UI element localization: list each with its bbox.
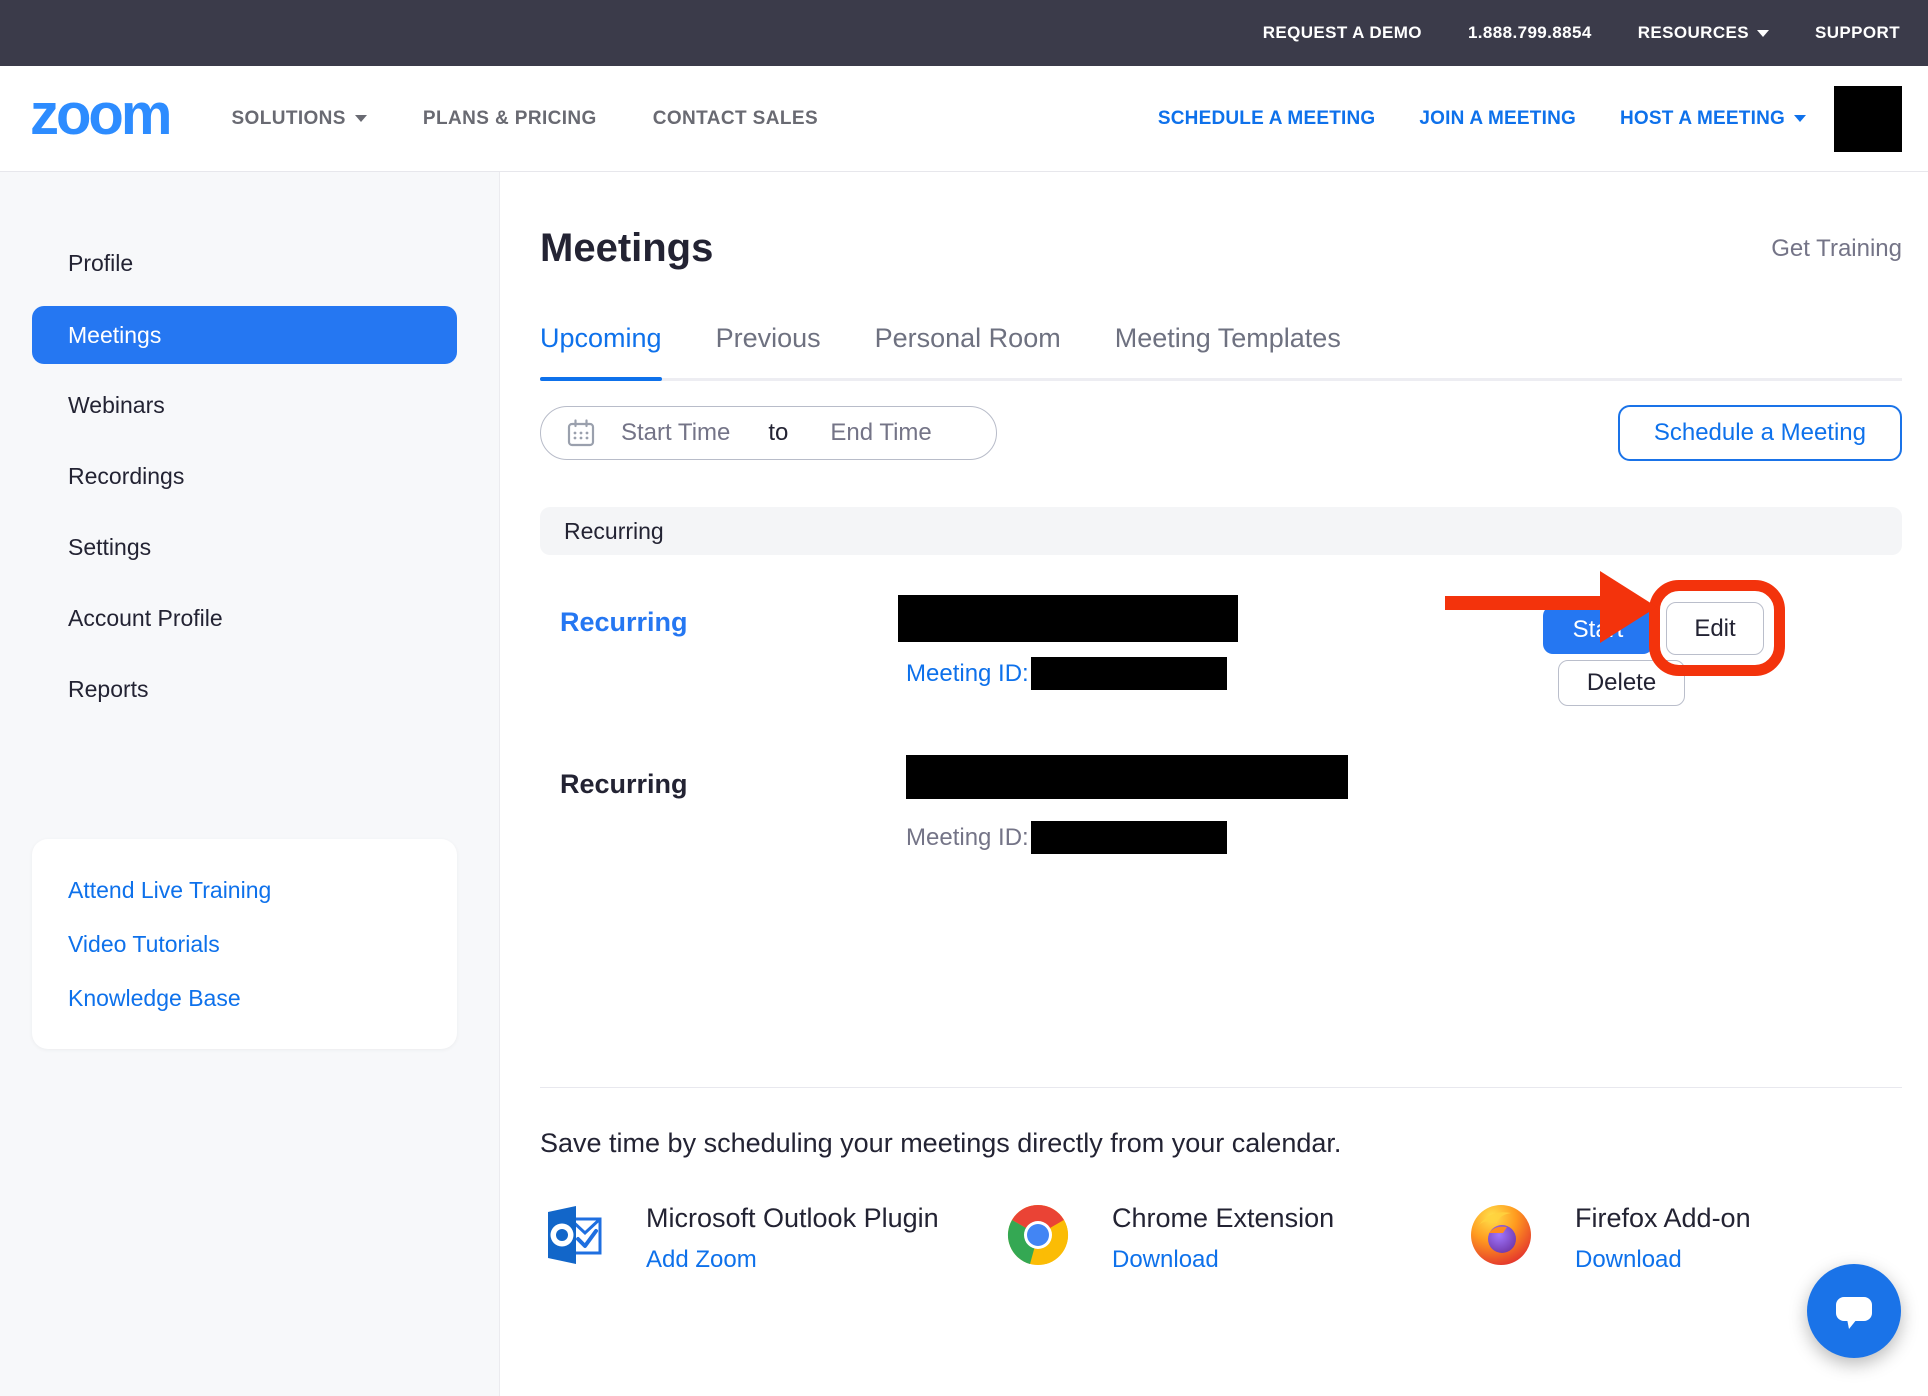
zoom-logo[interactable]: zoom [30,86,169,152]
main-header-row: Meetings Get Training [540,226,1902,271]
schedule-a-meeting-link[interactable]: SCHEDULE A MEETING [1158,108,1376,130]
chat-bubble-icon [1833,1291,1875,1331]
end-time-placeholder[interactable]: End Time [830,419,931,447]
date-range-to-label: to [768,419,788,447]
solutions-label: SOLUTIONS [231,108,345,130]
tab-previous[interactable]: Previous [716,323,821,378]
chevron-down-icon [355,115,367,122]
meeting-id-line: Meeting ID: [906,657,1227,690]
plugin-row: Microsoft Outlook Plugin Add Zoom Chrome… [540,1203,1902,1274]
sidebar-help-card: Attend Live Training Video Tutorials Kno… [32,839,457,1049]
sidebar-nav: Profile Meetings Webinars Recordings Set… [0,172,499,725]
plugin-text: Microsoft Outlook Plugin Add Zoom [646,1203,939,1274]
avatar[interactable] [1834,86,1902,152]
page-title: Meetings [540,226,713,271]
chrome-download-link[interactable]: Download [1112,1246,1334,1274]
request-demo-link[interactable]: REQUEST A DEMO [1263,23,1422,43]
outlook-plugin-block: Microsoft Outlook Plugin Add Zoom [540,1203,1006,1274]
nav-contact-sales[interactable]: CONTACT SALES [653,108,818,130]
plugin-name: Chrome Extension [1112,1203,1334,1234]
sidebar-item-settings[interactable]: Settings [0,512,499,583]
sidebar-item-recordings[interactable]: Recordings [0,441,499,512]
attend-live-training-link[interactable]: Attend Live Training [68,863,457,917]
date-range-picker[interactable]: Start Time to End Time [540,406,997,460]
sidebar-item-meetings[interactable]: Meetings [32,306,457,364]
join-a-meeting-link[interactable]: JOIN A MEETING [1419,108,1576,130]
delete-button[interactable]: Delete [1558,660,1685,706]
firefox-addon-block: Firefox Add-on Download [1469,1203,1751,1274]
sidebar-item-webinars[interactable]: Webinars [0,370,499,441]
resources-label: RESOURCES [1638,23,1749,43]
recurring-section-header: Recurring [540,507,1902,555]
host-a-meeting-menu[interactable]: HOST A MEETING [1620,108,1806,130]
knowledge-base-link[interactable]: Knowledge Base [68,971,457,1025]
outlook-icon [540,1203,604,1267]
redacted-meeting-id [1031,657,1227,690]
tab-upcoming[interactable]: Upcoming [540,323,662,378]
page-layout: Profile Meetings Webinars Recordings Set… [0,172,1928,1396]
phone-number[interactable]: 1.888.799.8854 [1468,23,1592,43]
nav-solutions[interactable]: SOLUTIONS [231,108,366,130]
sidebar-item-account-profile[interactable]: Account Profile [0,583,499,654]
resources-menu[interactable]: RESOURCES [1638,23,1769,43]
meeting-id-line: Meeting ID: [906,821,1227,854]
top-utility-bar: REQUEST A DEMO 1.888.799.8854 RESOURCES … [0,0,1928,66]
meeting-row: Recurring Meeting ID: [540,755,1902,865]
meeting-id-label: Meeting ID: [906,824,1029,852]
plugin-name: Microsoft Outlook Plugin [646,1203,939,1234]
filter-row: Start Time to End Time Schedule a Meetin… [540,405,1902,461]
plugin-name: Firefox Add-on [1575,1203,1751,1234]
sidebar: Profile Meetings Webinars Recordings Set… [0,172,500,1396]
support-link[interactable]: SUPPORT [1815,23,1900,43]
chevron-down-icon [1757,30,1769,37]
firefox-download-link[interactable]: Download [1575,1246,1751,1274]
edit-button[interactable]: Edit [1666,602,1764,655]
meeting-topic[interactable]: Recurring [560,769,688,800]
start-time-placeholder[interactable]: Start Time [621,419,730,447]
meeting-id-label: Meeting ID: [906,660,1029,688]
plugin-text: Chrome Extension Download [1112,1203,1334,1274]
chrome-icon [1006,1203,1070,1267]
tab-personal-room[interactable]: Personal Room [875,323,1061,378]
tab-meeting-templates[interactable]: Meeting Templates [1115,323,1341,378]
chat-widget-button[interactable] [1807,1264,1901,1358]
redacted-meeting-id [1031,821,1227,854]
meetings-tabs: Upcoming Previous Personal Room Meeting … [540,323,1902,381]
calendar-icon [565,417,597,449]
start-button[interactable]: Start [1543,606,1653,654]
get-training-link[interactable]: Get Training [1771,235,1902,263]
firefox-icon [1469,1203,1533,1267]
main-content: Meetings Get Training Upcoming Previous … [500,172,1928,1396]
section-divider [540,1087,1902,1088]
site-header: zoom SOLUTIONS PLANS & PRICING CONTACT S… [0,66,1928,172]
video-tutorials-link[interactable]: Video Tutorials [68,917,457,971]
main-nav: SOLUTIONS PLANS & PRICING CONTACT SALES [231,108,818,130]
host-a-meeting-label: HOST A MEETING [1620,108,1785,130]
chevron-down-icon [1794,115,1806,122]
nav-plans-pricing[interactable]: PLANS & PRICING [423,108,597,130]
chrome-extension-block: Chrome Extension Download [1006,1203,1469,1274]
meeting-row: Recurring Meeting ID: Start Edit Delete [540,595,1902,707]
redacted-meeting-title [898,595,1238,642]
calendar-promo-text: Save time by scheduling your meetings di… [540,1128,1902,1159]
add-zoom-link[interactable]: Add Zoom [646,1246,939,1274]
meeting-topic-link[interactable]: Recurring [560,607,688,638]
redacted-meeting-title [906,755,1348,799]
sidebar-item-reports[interactable]: Reports [0,654,499,725]
schedule-a-meeting-button[interactable]: Schedule a Meeting [1618,405,1902,461]
sidebar-item-profile[interactable]: Profile [0,228,499,299]
plugin-text: Firefox Add-on Download [1575,1203,1751,1274]
header-actions: SCHEDULE A MEETING JOIN A MEETING HOST A… [1158,108,1806,130]
